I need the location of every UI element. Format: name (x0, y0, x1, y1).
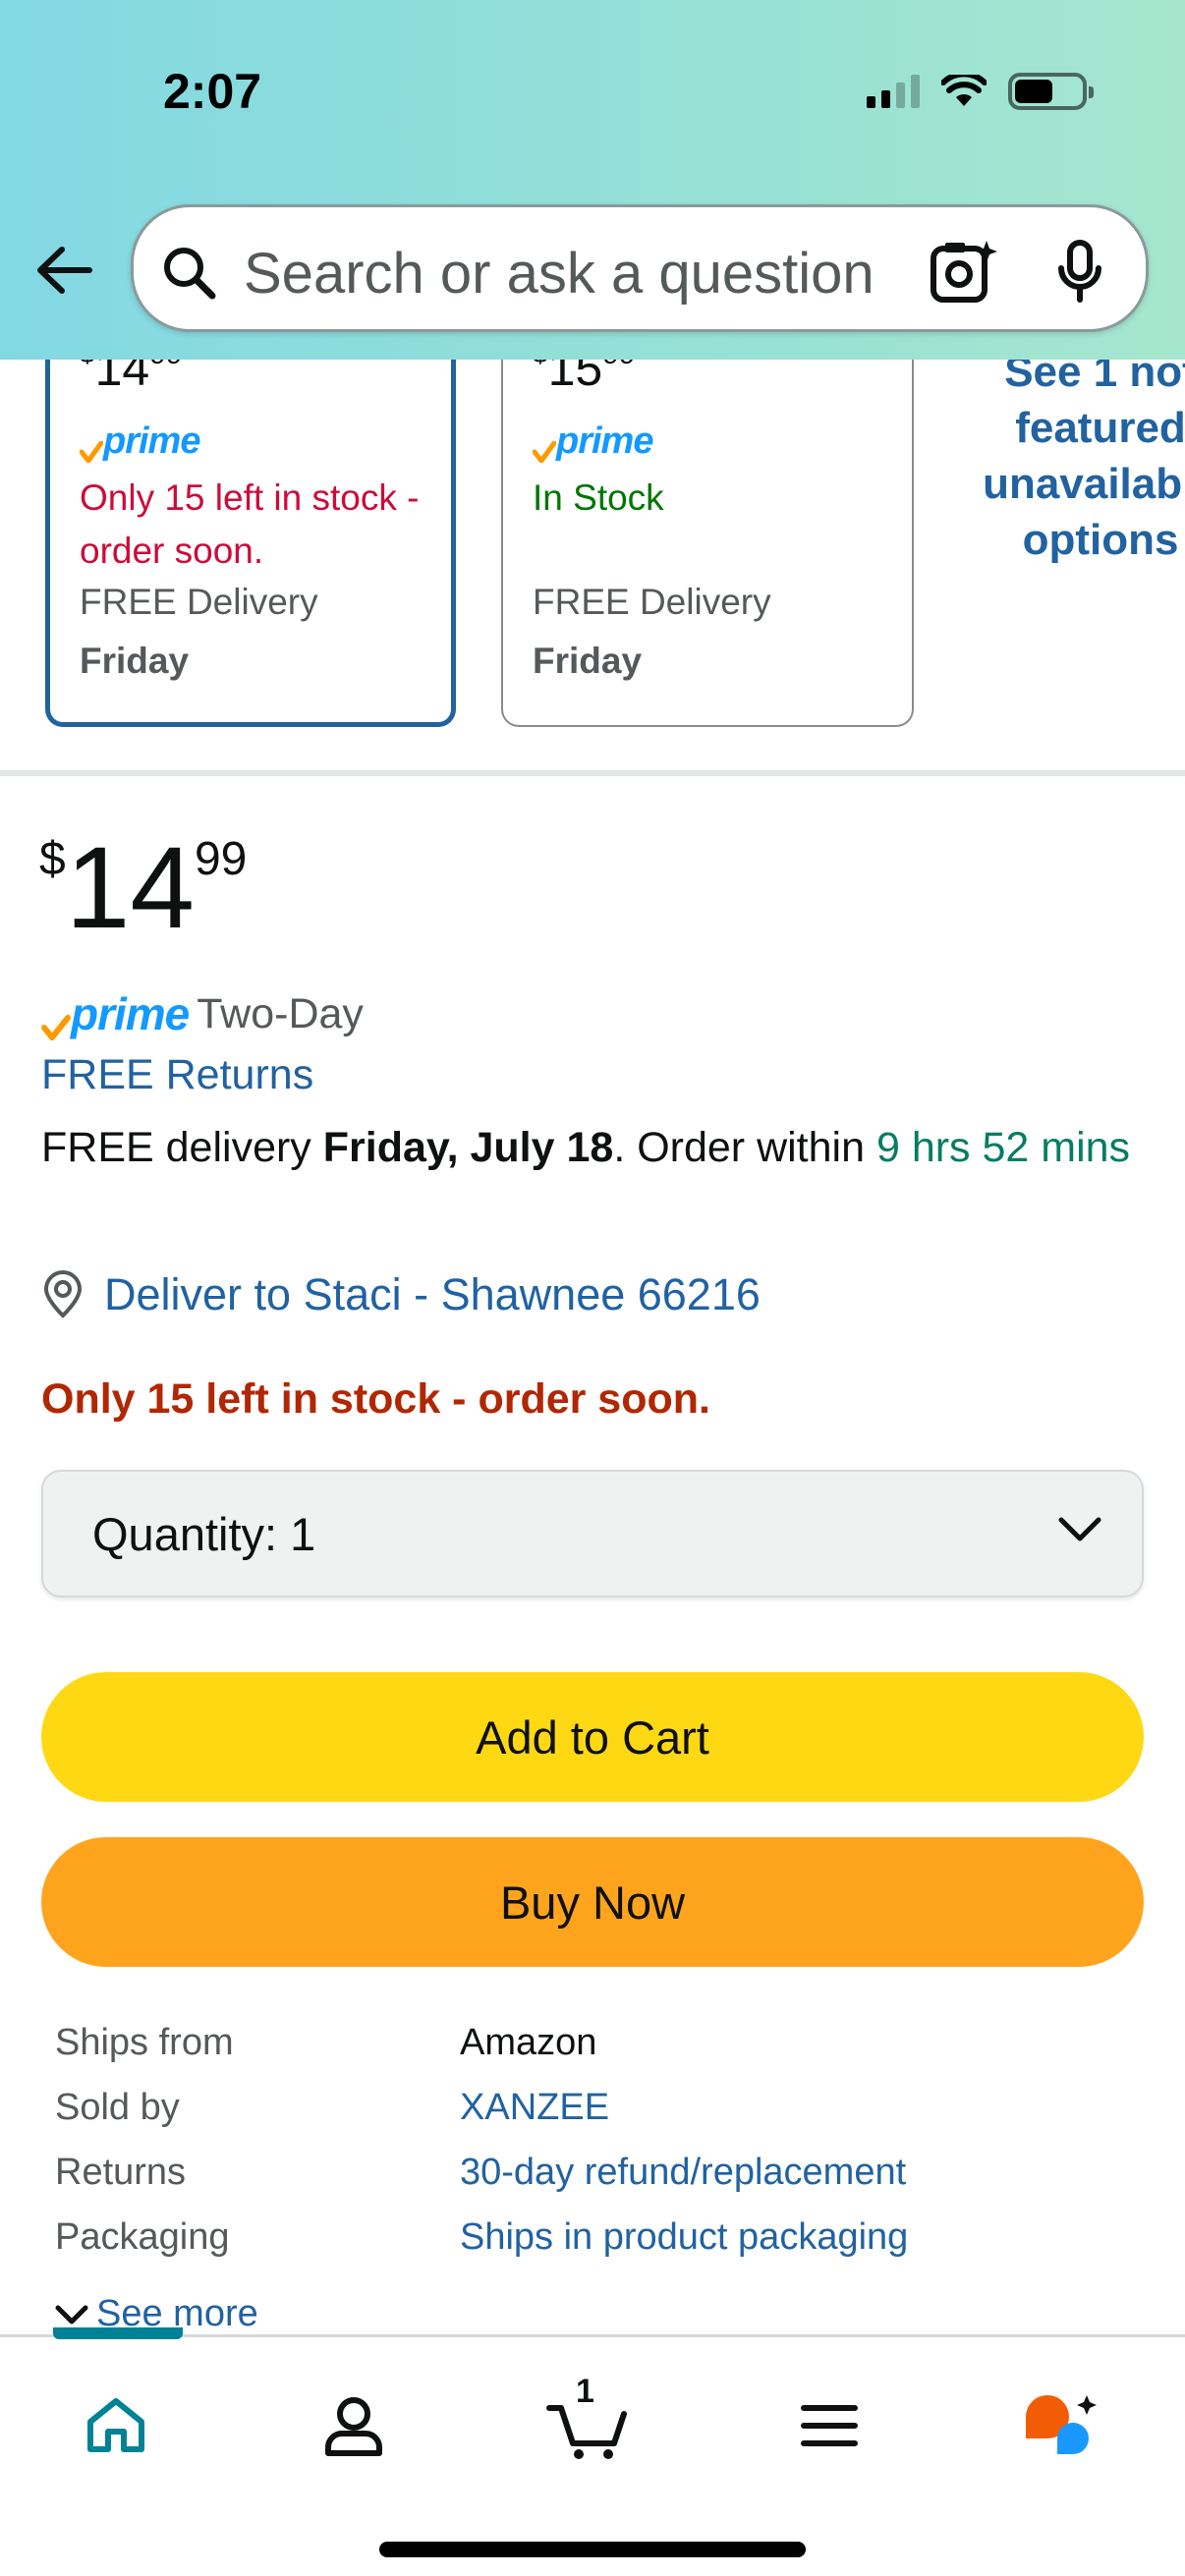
divider (0, 770, 1185, 776)
status-icons (867, 73, 1094, 110)
active-tab-indicator (53, 2327, 183, 2339)
info-row-sold-by: Sold by XANZEE (55, 2087, 610, 2129)
deliver-to-link[interactable]: Deliver to Staci - Shawnee 66216 (41, 1269, 761, 1320)
add-to-cart-button[interactable]: Add to Cart (41, 1672, 1144, 1802)
prime-badge: prime (533, 420, 653, 468)
nav-home[interactable] (67, 2377, 165, 2475)
prime-check-icon (533, 441, 556, 463)
variation-card[interactable]: $1599 prime In Stock FREE Delivery Frida… (501, 295, 914, 727)
see-unavailable-options-link[interactable]: See 1 not featured unavailable options (973, 344, 1185, 568)
prime-badge: prime (80, 420, 200, 468)
seller-info: Ships from Amazon Sold by XANZEE Returns… (55, 2022, 1136, 2281)
chevron-down-icon (55, 2305, 88, 2324)
nav-rufus-assistant[interactable] (1012, 2377, 1110, 2475)
delivery-estimate: FREE delivery Friday, July 18. Order wit… (41, 1124, 1131, 1171)
nav-cart[interactable]: 1 (538, 2373, 637, 2475)
bottom-navigation: 1 (0, 2327, 1185, 2576)
variation-stock: Only 15 left in stock - order soon. (80, 477, 420, 571)
battery-icon (1008, 73, 1094, 110)
variation-card-selected[interactable]: $1499 prime Only 15 left in stock - orde… (45, 295, 456, 727)
hamburger-menu-icon (801, 2405, 858, 2446)
prime-check-icon (80, 441, 103, 463)
returns-policy-link[interactable]: 30-day refund/replacement (460, 2152, 906, 2194)
home-indicator (379, 2542, 806, 2557)
microphone-icon[interactable] (1055, 239, 1104, 304)
variation-stock: In Stock (533, 477, 664, 518)
free-returns-link[interactable]: FREE Returns (41, 1051, 313, 1099)
stock-warning: Only 15 left in stock - order soon. (41, 1375, 710, 1423)
ai-assistant-icon (1026, 2395, 1097, 2454)
camera-lens-icon[interactable] (930, 239, 998, 304)
variation-carousel: $1499 prime Only 15 left in stock - orde… (0, 295, 1185, 776)
info-row-returns: Returns 30-day refund/replacement (55, 2152, 907, 2194)
product-price: $1499 (39, 823, 248, 953)
cellular-signal-icon (867, 75, 920, 108)
variation-delivery-label: FREE Delivery (80, 582, 318, 622)
quantity-label: Quantity: 1 (92, 1508, 316, 1560)
home-icon (87, 2398, 144, 2452)
nav-account[interactable] (305, 2377, 403, 2475)
back-button[interactable] (29, 236, 98, 305)
variation-delivery-day: Friday (80, 641, 190, 681)
shipping-speed: Two-Day (197, 989, 364, 1037)
search-icon (164, 248, 216, 300)
location-pin-icon (43, 1270, 83, 1318)
deliver-to-label[interactable]: Deliver to Staci - Shawnee 66216 (104, 1269, 761, 1320)
buy-now-button[interactable]: Buy Now (41, 1837, 1144, 1967)
chevron-down-icon (1058, 1517, 1101, 1541)
order-countdown: 9 hrs 52 mins (875, 1124, 1131, 1171)
search-bar[interactable]: Search or ask a question (131, 204, 1149, 332)
seller-link[interactable]: XANZEE (460, 2087, 609, 2129)
nav-menu[interactable] (780, 2377, 878, 2475)
arrow-left-icon (37, 247, 92, 294)
prime-two-day: prime Two-Day (41, 987, 364, 1040)
packaging-link[interactable]: Ships in product packaging (460, 2216, 908, 2259)
info-row-ships-from: Ships from Amazon (55, 2022, 597, 2063)
header: 2:07 Search or ask a question (0, 0, 1185, 360)
wifi-icon (941, 75, 987, 106)
prime-check-icon (41, 1015, 71, 1040)
info-row-packaging: Packaging Ships in product packaging (55, 2216, 909, 2259)
quantity-dropdown[interactable]: Quantity: 1 (41, 1470, 1144, 1597)
status-time: 2:07 (163, 64, 262, 119)
user-icon (325, 2397, 382, 2456)
variation-delivery-label: FREE Delivery (533, 582, 771, 622)
cart-count-badge: 1 (576, 2373, 594, 2410)
variation-delivery-day: Friday (533, 641, 643, 681)
prime-logo: prime (41, 987, 190, 1040)
